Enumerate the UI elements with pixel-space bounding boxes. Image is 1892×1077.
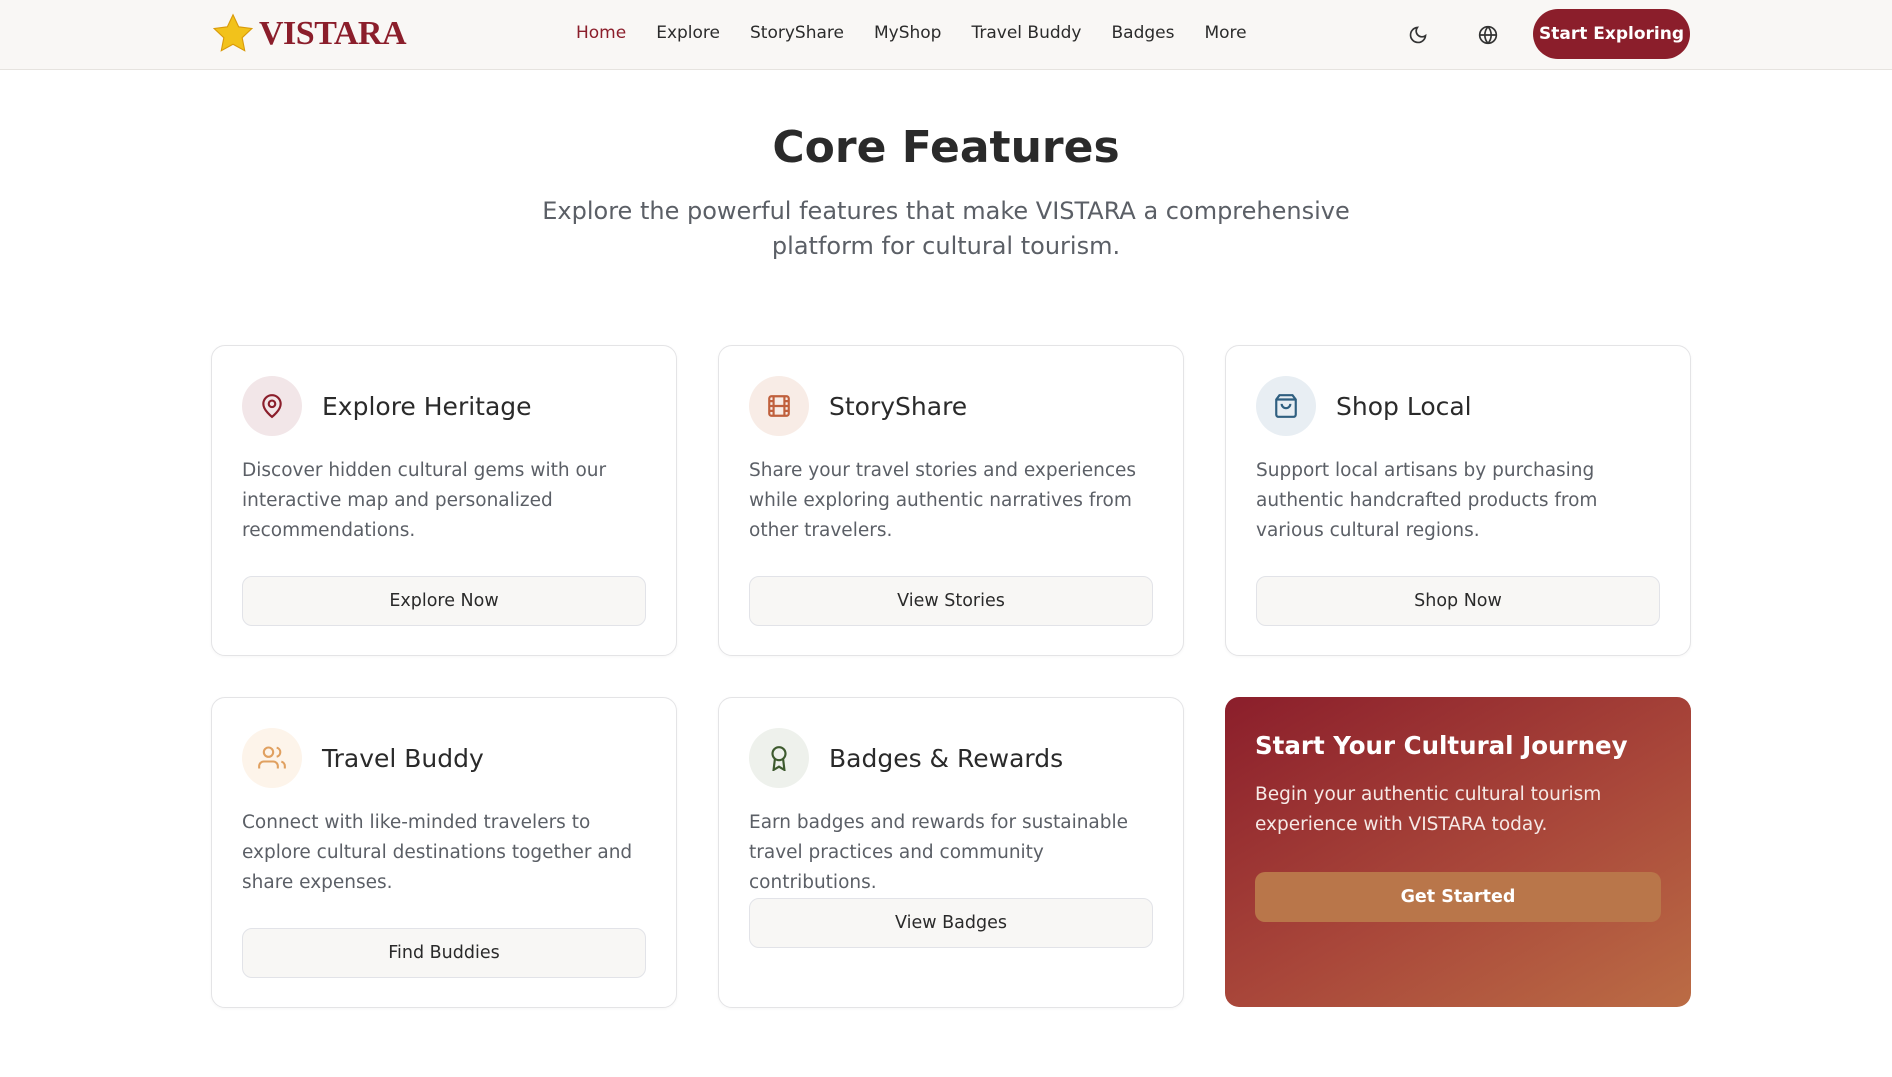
nav-home[interactable]: Home	[576, 23, 626, 43]
feature-card-storyshare: StoryShare Share your travel stories and…	[718, 345, 1184, 656]
view-stories-button[interactable]: View Stories	[749, 576, 1153, 626]
shop-now-button[interactable]: Shop Now	[1256, 576, 1660, 626]
card-title: Badges & Rewards	[829, 743, 1064, 773]
card-title: StoryShare	[829, 391, 968, 421]
view-badges-button[interactable]: View Badges	[749, 898, 1153, 948]
page-subtitle: Explore the powerful features that make …	[542, 197, 1350, 260]
nav-myshop[interactable]: MyShop	[874, 23, 942, 43]
globe-icon[interactable]	[1475, 22, 1501, 48]
shopping-bag-icon	[1256, 376, 1316, 436]
film-icon	[749, 376, 809, 436]
map-pin-icon	[242, 376, 302, 436]
star-icon	[212, 13, 254, 52]
card-description: Share your travel stories and experience…	[749, 460, 1137, 541]
nav-badges[interactable]: Badges	[1112, 23, 1175, 43]
card-title: Shop Local	[1336, 391, 1472, 421]
get-started-button[interactable]: Get Started	[1255, 872, 1661, 922]
logo-text: VISTARA	[259, 15, 407, 52]
cultural-journey-promo: Start Your Cultural Journey Begin your a…	[1225, 697, 1691, 1007]
feature-card-badges-rewards: Badges & Rewards Earn badges and rewards…	[718, 697, 1184, 1008]
card-description: Connect with like-minded travelers to ex…	[242, 812, 633, 893]
promo-title: Start Your Cultural Journey	[1255, 731, 1628, 760]
nav-storyshare[interactable]: StoryShare	[750, 23, 844, 43]
promo-description: Begin your authentic cultural tourism ex…	[1255, 784, 1602, 835]
award-icon	[749, 728, 809, 788]
navbar: VISTARA Home Explore StoryShare MyShop T…	[0, 0, 1892, 70]
nav-explore[interactable]: Explore	[656, 23, 720, 43]
users-icon	[242, 728, 302, 788]
find-buddies-button[interactable]: Find Buddies	[242, 928, 646, 978]
feature-card-explore-heritage: Explore Heritage Discover hidden cultura…	[211, 345, 677, 656]
moon-icon[interactable]	[1405, 22, 1431, 48]
logo[interactable]: VISTARA	[211, 12, 407, 56]
card-description: Earn badges and rewards for sustainable …	[749, 812, 1129, 893]
card-title: Explore Heritage	[322, 391, 532, 421]
start-exploring-button[interactable]: Start Exploring	[1533, 9, 1690, 59]
main-menu: Home Explore StoryShare MyShop Travel Bu…	[576, 23, 1247, 43]
page-title: Core Features	[772, 122, 1120, 173]
explore-now-button[interactable]: Explore Now	[242, 576, 646, 626]
feature-card-travel-buddy: Travel Buddy Connect with like-minded tr…	[211, 697, 677, 1008]
card-description: Support local artisans by purchasing aut…	[1256, 460, 1598, 541]
feature-card-shop-local: Shop Local Support local artisans by pur…	[1225, 345, 1691, 656]
nav-travel-buddy[interactable]: Travel Buddy	[971, 23, 1081, 43]
card-title: Travel Buddy	[322, 743, 484, 773]
card-description: Discover hidden cultural gems with our i…	[242, 460, 607, 541]
nav-more[interactable]: More	[1204, 23, 1246, 43]
